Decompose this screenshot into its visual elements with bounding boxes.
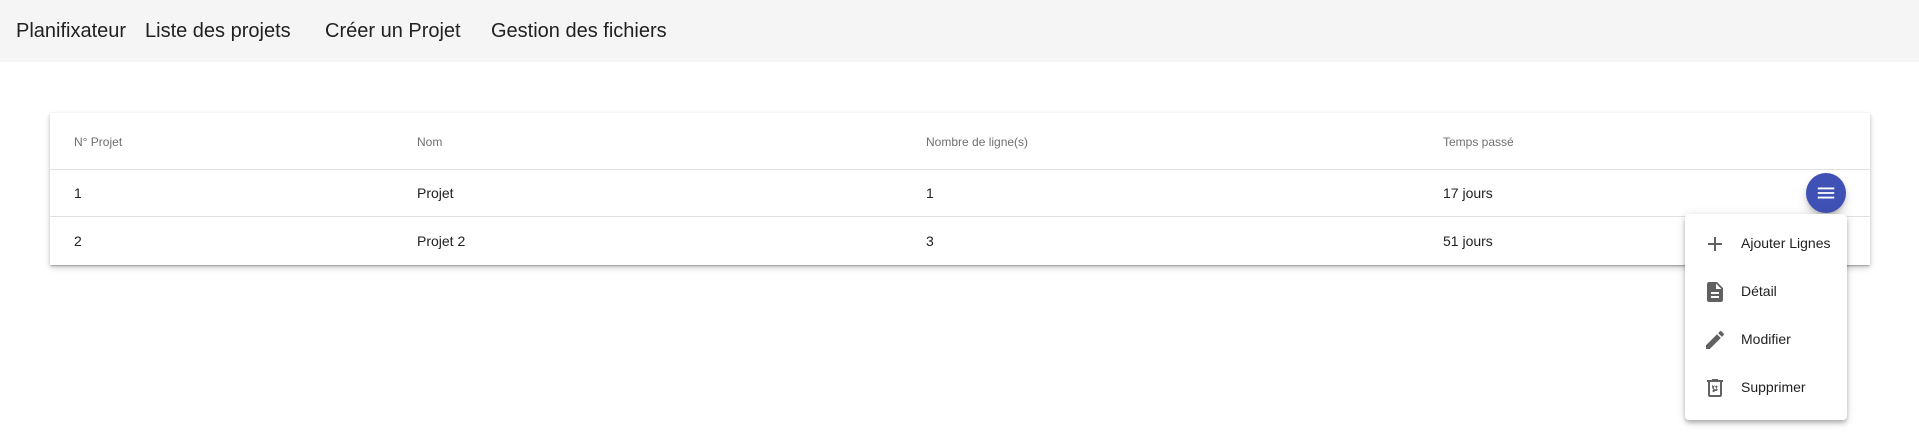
menu-item-label: Ajouter Lignes [1741, 235, 1831, 251]
cell-line-count: 3 [926, 233, 934, 249]
table-row[interactable]: 1 Projet 1 17 jours [50, 169, 1870, 217]
nav-link-file-management[interactable]: Gestion des fichiers [491, 20, 667, 43]
app-brand[interactable]: Planifixateur [16, 20, 126, 43]
column-header-time-spent: Temps passé [1443, 135, 1514, 149]
pencil-icon [1706, 330, 1725, 349]
row-actions-fab[interactable] [1806, 173, 1846, 213]
document-icon [1707, 282, 1723, 302]
table-row[interactable]: 2 Projet 2 3 51 jours [50, 217, 1870, 264]
menu-item-label: Supprimer [1741, 379, 1806, 395]
cell-line-count: 1 [926, 185, 934, 201]
top-toolbar: Planifixateur Liste des projets Créer un… [0, 0, 1919, 62]
cell-name: Projet 2 [417, 233, 466, 249]
menu-item-label: Détail [1741, 283, 1777, 299]
projects-table-card: N° Projet Nom Nombre de ligne(s) Temps p… [50, 113, 1870, 265]
column-header-name: Nom [417, 135, 443, 149]
menu-item-edit[interactable]: Modifier [1685, 316, 1847, 364]
cell-time-spent: 51 jours [1443, 233, 1493, 249]
cell-name: Projet [417, 185, 454, 201]
row-actions-menu: Ajouter Lignes Détail Modifier Supprimer [1685, 214, 1847, 420]
nav-link-project-list[interactable]: Liste des projets [145, 20, 291, 43]
trash-icon [1707, 379, 1723, 397]
menu-item-detail[interactable]: Détail [1685, 268, 1847, 316]
cell-time-spent: 17 jours [1443, 185, 1493, 201]
column-header-project-number: N° Projet [74, 135, 123, 149]
column-header-line-count: Nombre de ligne(s) [926, 135, 1029, 149]
menu-item-label: Modifier [1741, 331, 1791, 347]
table-header-row: N° Projet Nom Nombre de ligne(s) Temps p… [50, 113, 1870, 170]
cell-project-number: 2 [74, 233, 82, 249]
menu-icon [1817, 187, 1835, 199]
nav-link-create-project[interactable]: Créer un Projet [325, 20, 461, 43]
menu-item-add-lines[interactable]: Ajouter Lignes [1685, 220, 1847, 268]
menu-item-delete[interactable]: Supprimer [1685, 364, 1847, 412]
plus-icon [1708, 237, 1722, 251]
cell-project-number: 1 [74, 185, 82, 201]
